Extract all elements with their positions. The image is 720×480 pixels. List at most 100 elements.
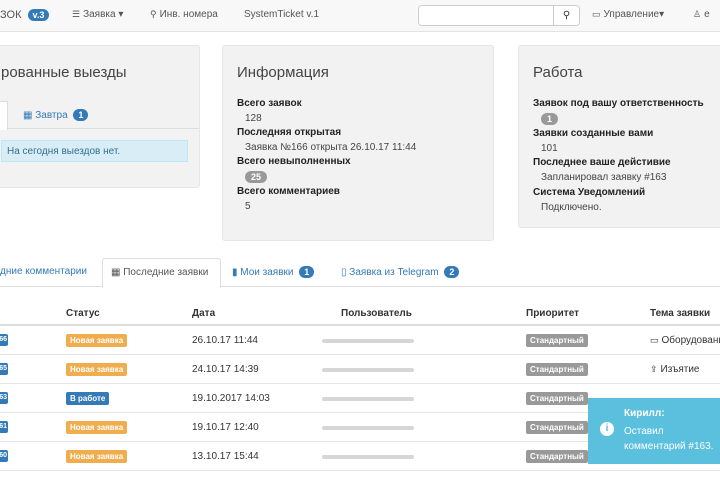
ticket-id-badge[interactable]: 66 xyxy=(0,334,8,346)
search-input[interactable] xyxy=(419,6,555,25)
responsible-badge: 1 xyxy=(541,113,559,125)
version-badge: v.3 xyxy=(27,9,50,21)
tab-telegram-label: Заявка из Telegram xyxy=(349,267,439,278)
status-badge: Новая заявка xyxy=(66,363,128,376)
calendar-icon: ▦ xyxy=(111,267,121,278)
priority-badge: Стандартный xyxy=(526,392,588,405)
ticket-date: 26.10.17 11:44 xyxy=(192,335,258,346)
table-row[interactable]: 65 Новая заявка 24.10.17 14:39 Стандартн… xyxy=(0,355,720,384)
tab-my-label: Мои заявки xyxy=(240,267,294,278)
responsible-label: Заявок под вашу ответственность xyxy=(533,98,704,109)
tickets-menu[interactable]: ☰ Заявка ▾ xyxy=(72,9,123,20)
list-icon: ☰ xyxy=(72,9,81,19)
upload-icon: ⇪ xyxy=(650,364,658,374)
ticket-id-badge[interactable]: 65 xyxy=(0,363,8,375)
status-badge: Новая заявка xyxy=(66,334,128,347)
tab-recent[interactable]: ▦ Последние заявки xyxy=(102,258,221,288)
monitor-icon: ▭ xyxy=(650,335,659,345)
last-opened-label: Последняя открытая xyxy=(237,127,342,138)
table-row[interactable]: 66 Новая заявка 26.10.17 11:44 Стандартн… xyxy=(0,326,720,355)
tab-telegram[interactable]: ▯ Заявка из Telegram 2 xyxy=(341,266,460,278)
ticket-topic[interactable]: ▭Оборудование xyxy=(650,335,720,346)
user-name-redacted xyxy=(322,368,414,372)
manage-menu[interactable]: ▭ Управление▾ xyxy=(592,9,664,20)
ticket-topic-label: Изъятие xyxy=(660,364,700,375)
header-user[interactable]: Пользователь xyxy=(341,308,412,319)
caret-down-icon: ▾ xyxy=(118,9,124,20)
telegram-count-badge: 2 xyxy=(444,266,460,278)
priority-badge: Стандартный xyxy=(526,450,588,463)
ticket-topic-label: Оборудование xyxy=(661,335,720,346)
tab-recent-content: ▦ Последние заявки xyxy=(111,267,208,278)
calendar-icon: ▦ xyxy=(23,110,33,121)
visits-title: рованные выезды xyxy=(1,64,127,81)
monitor-icon: ▭ xyxy=(592,9,601,19)
inventory-label: Инв. номера xyxy=(159,9,218,20)
tab-tomorrow-label: Завтра xyxy=(35,110,68,121)
last-action-value: Запланировал заявку #163 xyxy=(541,172,667,183)
ticket-id-badge[interactable]: 63 xyxy=(0,392,8,404)
user-name-redacted xyxy=(322,397,414,401)
status-badge: В работе xyxy=(66,392,110,405)
tab-comments[interactable]: дние комментарии xyxy=(0,266,87,277)
phone-icon: ▯ xyxy=(341,267,347,278)
ticket-topic[interactable]: ⇪ Изъятие xyxy=(650,364,700,375)
comments-label: Всего комментариев xyxy=(237,186,340,197)
priority-badge: Стандартный xyxy=(526,334,588,347)
search-icon: ⚲ xyxy=(562,10,571,21)
created-value: 101 xyxy=(541,143,558,154)
notifications-value: Подключено. xyxy=(541,202,602,213)
toast-message: Оставил комментарий #163. xyxy=(624,426,714,452)
notifications-label: Система Уведомлений xyxy=(533,187,646,198)
user-label: е xyxy=(704,9,710,20)
user-menu[interactable]: ♙ е xyxy=(693,9,710,20)
ticket-date: 19.10.17 12:40 xyxy=(192,422,259,433)
status-badge: Новая заявка xyxy=(66,450,128,463)
header-date[interactable]: Дата xyxy=(192,308,215,319)
system-ticket-link[interactable]: SystemTicket v.1 xyxy=(244,9,319,20)
tab-my[interactable]: ▮ Мои заявки 1 xyxy=(232,266,315,278)
toast-title: Кирилл: xyxy=(624,408,665,419)
comments-value: 5 xyxy=(245,201,251,212)
total-tickets-label: Всего заявок xyxy=(237,98,302,109)
ticket-id-badge[interactable]: 60 xyxy=(0,450,8,462)
search-box: ⚲ xyxy=(418,5,580,26)
caret-down-icon: ▾ xyxy=(659,9,665,20)
ticket-date: 13.10.17 15:44 xyxy=(192,451,259,462)
manage-label: Управление xyxy=(603,9,660,20)
last-opened-value: Заявка №166 открыта 26.10.17 11:44 xyxy=(245,142,417,153)
main-tabs: дние комментарии ▦ Последние заявки ▮ Мо… xyxy=(0,258,720,288)
user-name-redacted xyxy=(322,339,414,343)
header-status[interactable]: Статус xyxy=(66,308,100,319)
header-topic[interactable]: Тема заявки xyxy=(650,308,710,319)
visits-tabs: ▦ Завтра 1 xyxy=(0,101,199,130)
no-visits-alert: На сегодня выездов нет. xyxy=(1,140,188,162)
ticket-id-badge[interactable]: 61 xyxy=(0,421,8,433)
inventory-link[interactable]: ⚲ Инв. номера xyxy=(150,9,218,20)
tickets-menu-label: Заявка xyxy=(83,9,116,20)
user-name-redacted xyxy=(322,455,414,459)
user-name-redacted xyxy=(322,426,414,430)
navbar: ЗОК v.3 ☰ Заявка ▾ ⚲ Инв. номера SystemTic… xyxy=(0,0,720,32)
info-icon: i xyxy=(600,422,614,436)
status-badge: Новая заявка xyxy=(66,421,128,434)
ticket-date: 24.10.17 14:39 xyxy=(192,364,259,375)
search-button[interactable]: ⚲ xyxy=(553,6,579,25)
header-priority[interactable]: Приоритет xyxy=(526,308,579,319)
priority-badge: Стандартный xyxy=(526,363,588,376)
info-panel: Информация Всего заявок 128 Последняя от… xyxy=(222,45,494,241)
tomorrow-count-badge: 1 xyxy=(73,109,89,121)
user-icon: ♙ xyxy=(693,9,702,19)
ticket-date: 19.10.2017 14:03 xyxy=(192,393,270,404)
brand[interactable]: ЗОК v.3 xyxy=(0,9,50,21)
total-tickets-value: 128 xyxy=(245,113,262,124)
tab-recent-label: Последние заявки xyxy=(123,267,209,278)
work-panel: Работа Заявок под вашу ответственность 1… xyxy=(518,45,720,228)
info-title: Информация xyxy=(237,64,329,81)
tab-tomorrow[interactable]: ▦ Завтра 1 xyxy=(23,109,89,121)
unfinished-label: Всего невыполненных xyxy=(237,156,351,167)
notification-toast[interactable]: i Кирилл: Оставил комментарий #163. xyxy=(588,398,720,464)
tab-today[interactable] xyxy=(0,101,8,130)
my-count-badge: 1 xyxy=(299,266,315,278)
book-icon: ▮ xyxy=(232,267,238,278)
